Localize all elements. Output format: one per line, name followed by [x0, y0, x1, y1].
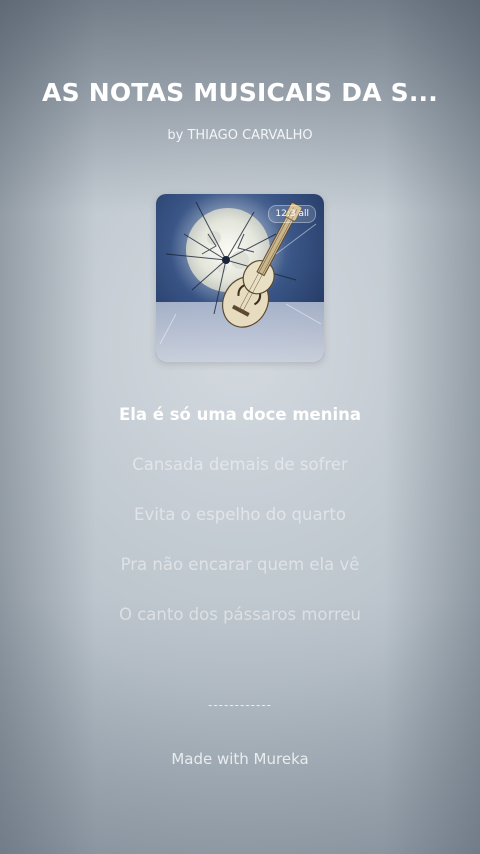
lyric-line[interactable]: Pra não encarar quem ela vê [0, 548, 480, 598]
lyric-line-current[interactable]: Ela é só uma doce menina [0, 398, 480, 448]
song-title: AS NOTAS MUSICAIS DA S... [42, 78, 438, 107]
divider: ------------ [208, 698, 272, 712]
lyric-line[interactable]: Evita o espelho do quarto [0, 498, 480, 548]
lyric-line[interactable]: Cansada demais de sofrer [0, 448, 480, 498]
cover-status-badge: 12:3 all [268, 205, 316, 223]
song-artist: by THIAGO CARVALHO [167, 128, 313, 143]
lyrics-list: Ela é só uma doce menina Cansada demais … [0, 398, 480, 648]
album-cover: 12:3 all [156, 194, 324, 362]
made-with-label: Made with Mureka [171, 750, 309, 768]
lyric-line[interactable]: O canto dos pássaros morreu [0, 598, 480, 648]
